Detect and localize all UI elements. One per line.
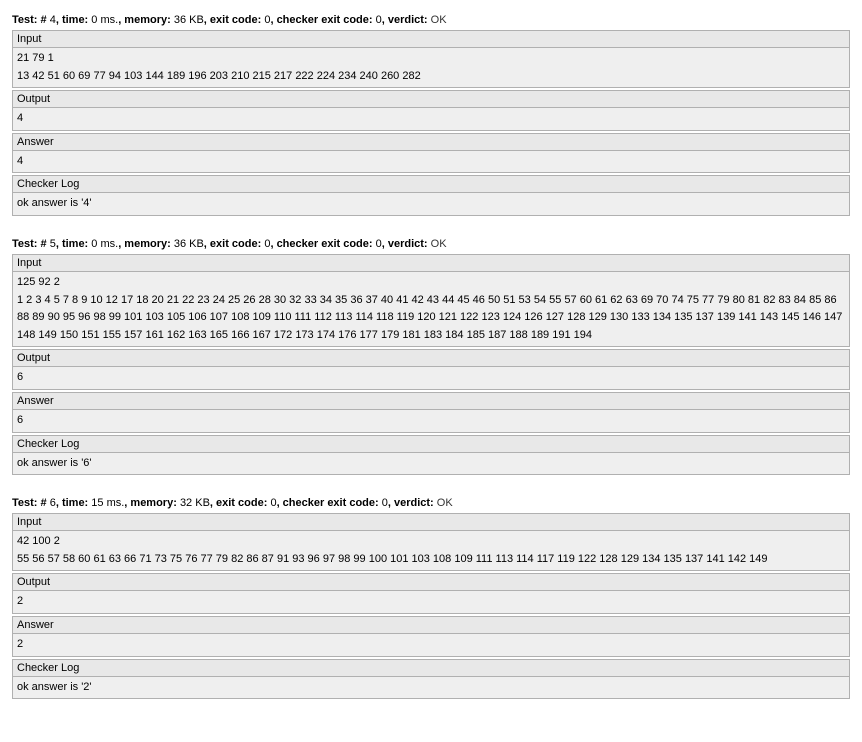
checker-log-label: Checker Log: [12, 435, 850, 453]
memory-value: 36 KB: [174, 238, 204, 250]
checker-log-label: Checker Log: [12, 175, 850, 193]
time-label: , time:: [56, 238, 91, 250]
input-label: Input: [12, 254, 850, 272]
checker-exit-code-label: , checker exit code:: [270, 238, 375, 250]
answer-content: 2: [12, 634, 850, 657]
input-content: 125 92 2 1 2 3 4 5 7 8 9 10 12 17 18 20 …: [12, 272, 850, 347]
verdict-value: OK: [431, 14, 447, 26]
checker-log-content: ok answer is '6': [12, 453, 850, 476]
output-label: Output: [12, 90, 850, 108]
output-label: Output: [12, 573, 850, 591]
test-number: 6: [47, 497, 56, 509]
verdict-label: , verdict:: [382, 238, 431, 250]
checker-log-label: Checker Log: [12, 659, 850, 677]
checker-log-content: ok answer is '2': [12, 677, 850, 700]
test-prefix-label: Test: #: [12, 497, 47, 509]
test-block: Test: # 6, time: 15 ms., memory: 32 KB, …: [12, 495, 850, 699]
time-value: 15 ms.: [91, 497, 124, 509]
exit-code-label: , exit code:: [204, 14, 265, 26]
checker-log-content: ok answer is '4': [12, 193, 850, 216]
answer-label: Answer: [12, 616, 850, 634]
checker-exit-code-label: , checker exit code:: [270, 14, 375, 26]
test-header: Test: # 4, time: 0 ms., memory: 36 KB, e…: [12, 12, 850, 28]
verdict-label: , verdict:: [388, 497, 437, 509]
output-label: Output: [12, 349, 850, 367]
memory-value: 32 KB: [180, 497, 210, 509]
verdict-value: OK: [431, 238, 447, 250]
output-content: 2: [12, 591, 850, 614]
time-label: , time:: [56, 497, 91, 509]
time-value: 0 ms.: [91, 238, 118, 250]
memory-label: , memory:: [124, 497, 180, 509]
memory-label: , memory:: [118, 238, 174, 250]
answer-label: Answer: [12, 392, 850, 410]
test-prefix-label: Test: #: [12, 238, 47, 250]
answer-label: Answer: [12, 133, 850, 151]
test-block: Test: # 5, time: 0 ms., memory: 36 KB, e…: [12, 236, 850, 475]
test-prefix-label: Test: #: [12, 14, 47, 26]
test-header: Test: # 5, time: 0 ms., memory: 36 KB, e…: [12, 236, 850, 252]
verdict-label: , verdict:: [382, 14, 431, 26]
memory-label: , memory:: [118, 14, 174, 26]
verdict-value: OK: [437, 497, 453, 509]
input-content: 42 100 2 55 56 57 58 60 61 63 66 71 73 7…: [12, 531, 850, 571]
output-content: 4: [12, 108, 850, 131]
exit-code-label: , exit code:: [204, 238, 265, 250]
test-number: 4: [47, 14, 56, 26]
answer-content: 4: [12, 151, 850, 174]
input-label: Input: [12, 30, 850, 48]
test-header: Test: # 6, time: 15 ms., memory: 32 KB, …: [12, 495, 850, 511]
time-label: , time:: [56, 14, 91, 26]
answer-content: 6: [12, 410, 850, 433]
test-block: Test: # 4, time: 0 ms., memory: 36 KB, e…: [12, 12, 850, 216]
output-content: 6: [12, 367, 850, 390]
memory-value: 36 KB: [174, 14, 204, 26]
checker-exit-code-label: , checker exit code:: [277, 497, 382, 509]
exit-code-label: , exit code:: [210, 497, 271, 509]
time-value: 0 ms.: [91, 14, 118, 26]
test-number: 5: [47, 238, 56, 250]
input-label: Input: [12, 513, 850, 531]
input-content: 21 79 1 13 42 51 60 69 77 94 103 144 189…: [12, 48, 850, 88]
